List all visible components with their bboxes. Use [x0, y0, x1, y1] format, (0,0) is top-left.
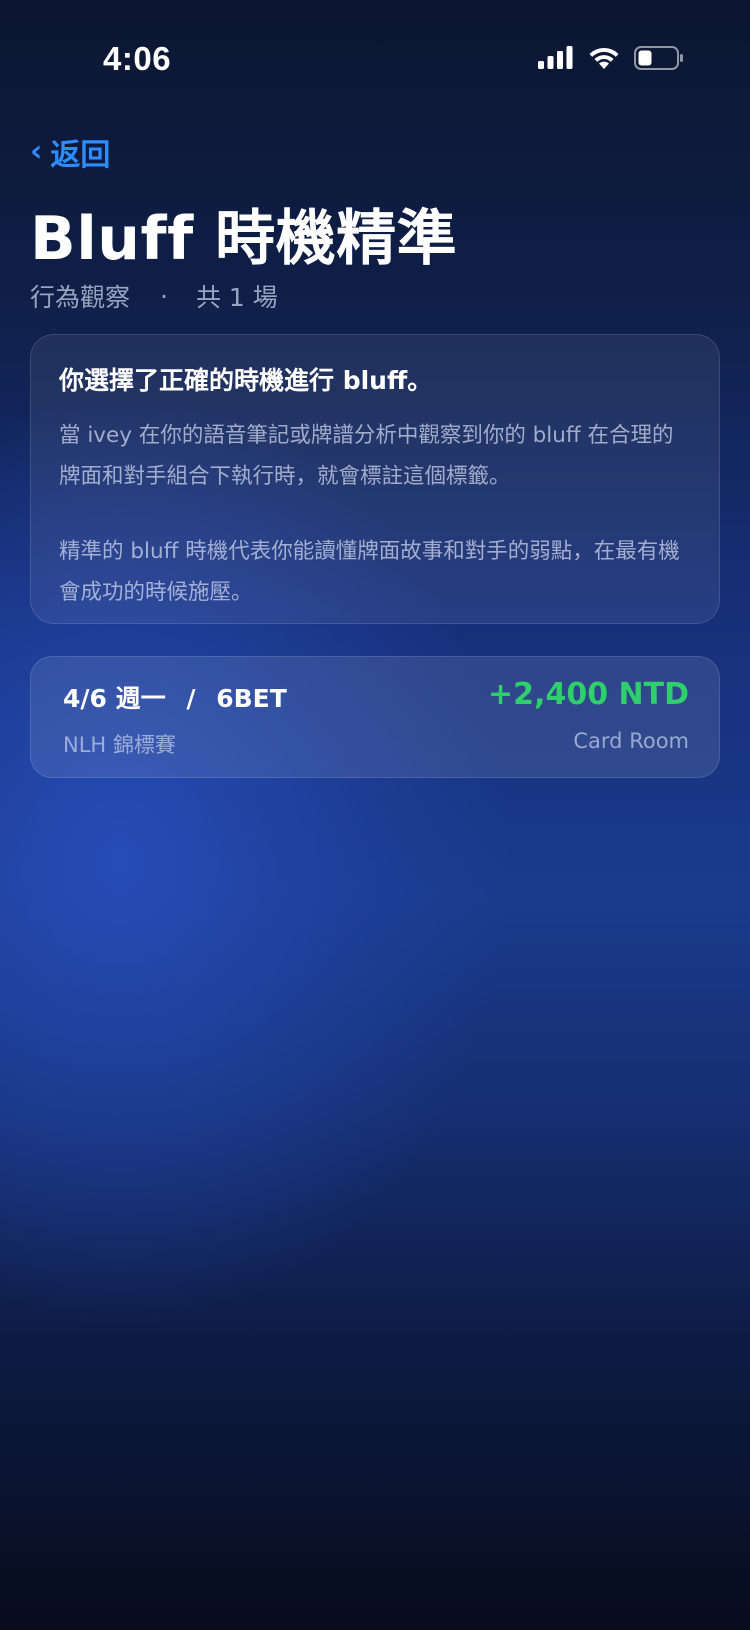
description-paragraph: 精準的 bluff 時機代表你能讀懂牌面故事和對手的弱點，在最有機會成功的時候施… — [59, 539, 680, 605]
back-label: 返回 — [50, 138, 111, 173]
session-count: 共 1 場 — [195, 283, 278, 312]
session-venue: Card Room — [573, 729, 689, 753]
session-amount: +2,400 NTD — [488, 677, 689, 712]
session-date-line: 4/6 週一 / 6BET — [63, 679, 287, 715]
session-game: NLH 錦標賽 — [63, 733, 176, 757]
subtitle-separator: · — [160, 281, 168, 311]
back-button[interactable]: ‹ 返回 — [30, 130, 110, 174]
page-subtitle: 行為觀察 · 共 1 場 — [30, 278, 278, 314]
description-card: 你選擇了正確的時機進行 bluff。 當 ivey 在你的語音筆記或牌譜分析中觀… — [30, 334, 720, 624]
status-time: 4:06 — [103, 40, 172, 77]
battery-icon — [634, 46, 684, 70]
chevron-left-icon: ‹ — [30, 134, 43, 169]
page-title: Bluff 時機精準 — [30, 204, 458, 274]
signal-icon — [538, 46, 574, 70]
session-date: 4/6 週一 — [63, 684, 166, 713]
description-paragraph: 當 ivey 在你的語音筆記或牌譜分析中觀察到你的 bluff 在合理的牌面和對… — [59, 423, 674, 489]
session-card[interactable]: 4/6 週一 / 6BET +2,400 NTD NLH 錦標賽 Card Ro… — [30, 656, 720, 778]
status-icons — [538, 46, 684, 70]
session-tag: 6BET — [216, 684, 287, 713]
category-label: 行為觀察 — [30, 283, 131, 312]
session-separator: / — [186, 684, 196, 713]
description-heading: 你選擇了正確的時機進行 bluff。 — [59, 366, 433, 395]
status-bar: 4:06 — [0, 0, 750, 120]
wifi-icon — [588, 46, 620, 70]
